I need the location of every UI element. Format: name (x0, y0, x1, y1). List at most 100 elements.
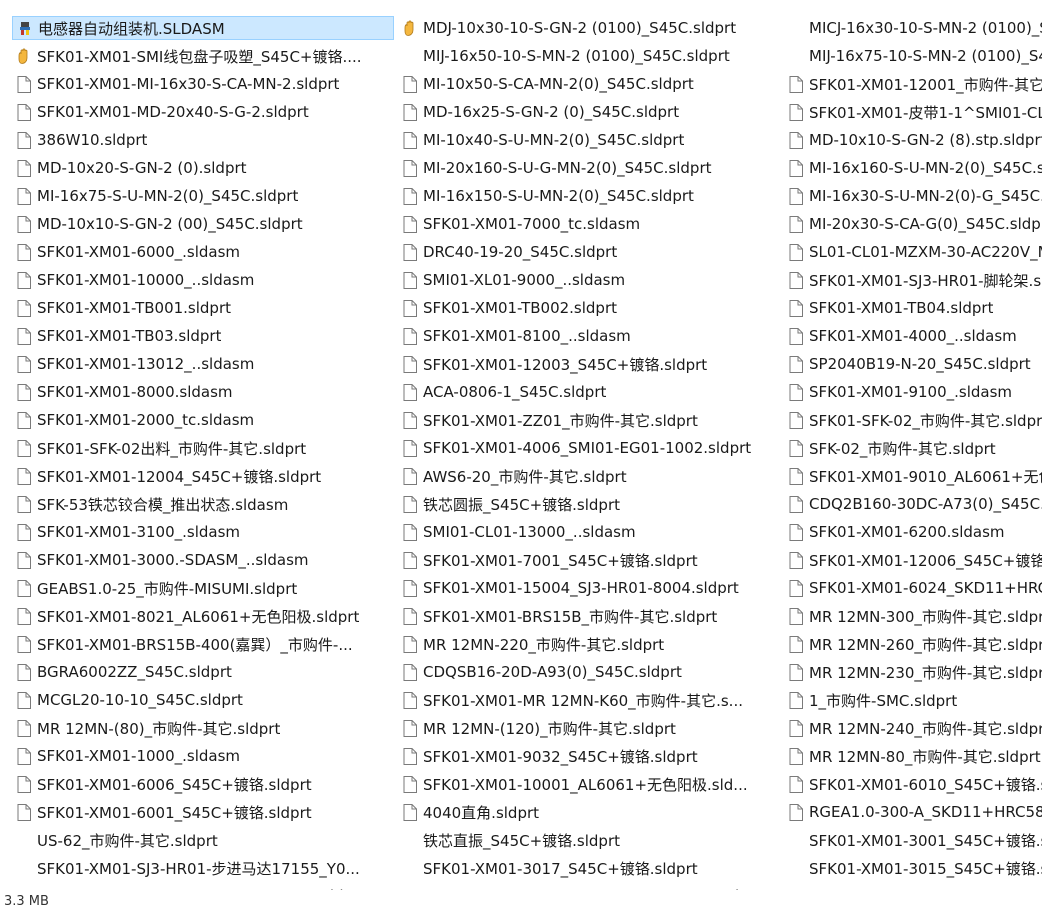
file-item[interactable]: MR 12MN-230_市购件-其它.sldprt (784, 660, 1042, 684)
file-item[interactable]: SFK01-XM01-6006_S45C+镀铬.sldprt (12, 772, 398, 796)
file-item[interactable]: SFK01-XM01-TB002.sldprt (398, 296, 784, 320)
file-item[interactable]: US-62_市购件-其它.sldprt (12, 828, 398, 852)
file-list-pane[interactable]: 电感器自动组装机.SLDASM SFK01-XM01-SMI线包盘子吸塑_S45C… (0, 0, 1042, 890)
file-item[interactable]: SFK01-XM01-3001_S45C+镀铬.sldprt (784, 828, 1042, 852)
file-item[interactable]: SFK01-XM01-6000_.sldasm (12, 240, 398, 264)
file-item[interactable]: MD-10x10-S-GN-2 (8).stp.sldprt (784, 128, 1042, 152)
file-item[interactable]: 4040直角.sldprt (398, 800, 784, 824)
file-item[interactable]: SFK01-XM01-4006_SMI01-EG01-1002.sldprt (398, 436, 784, 460)
file-item[interactable]: SFK01-XM01-1000_.sldasm (12, 744, 398, 768)
file-item[interactable]: SFK01-XM01-6010_S45C+镀铬.sldprt (784, 772, 1042, 796)
file-item[interactable]: SFK01-XM01-3100_.sldasm (12, 520, 398, 544)
file-item[interactable]: MI-20x30-S-CA-G(0)_S45C.sldprt (784, 212, 1042, 236)
file-item[interactable]: SFK01-XM01-9100_.sldasm (784, 380, 1042, 404)
file-item[interactable]: SFK01-XM01-10001_AL6061+无色阳极.sld... (398, 772, 784, 796)
file-item[interactable]: SMI01-CL01-13000_..sldasm (398, 520, 784, 544)
file-item[interactable]: SFK01-XM01-SMI线包盘子吸塑_S45C+镀铬.... (12, 44, 398, 68)
file-name: SFK01-XM01-12003_S45C+镀铬.sldprt (423, 355, 708, 374)
file-item[interactable]: SFK01-XM01-6001_S45C+镀铬.sldprt (12, 800, 398, 824)
file-item[interactable]: ACA-0806-1_S45C.sldprt (398, 380, 784, 404)
file-item[interactable]: MI-16x75-S-U-MN-2(0)_S45C.sldprt (12, 184, 398, 208)
file-item[interactable]: SFK01-XM01-9010_AL6061+无色阳极.sldprt (784, 464, 1042, 488)
file-item[interactable]: MD-10x20-S-GN-2 (0).sldprt (12, 156, 398, 180)
file-name: SFK01-XM01-TB001.sldprt (37, 299, 232, 317)
file-item[interactable]: SFK01-XM01-15004_SJ3-HR01-8004.sldprt (398, 576, 784, 600)
file-item[interactable]: GEABS1.0-25_市购件-MISUMI.sldprt (12, 576, 398, 600)
file-item[interactable]: SFK01-XM01-3017_S45C+镀铬.sldprt (398, 856, 784, 880)
file-item[interactable]: CDQSB16-20D-A93(0)_S45C.sldprt (398, 660, 784, 684)
file-item[interactable]: SFK01-XM01-6024_SKD11+HRC58~62.sldprt (784, 576, 1042, 600)
file-item[interactable]: SFK01-XM01-8000.sldasm (12, 380, 398, 404)
file-item[interactable]: SFK01-XM01-8021_AL6061+无色阳极.sldprt (12, 604, 398, 628)
file-item[interactable]: MIJ-16x75-10-S-MN-2 (0100)_S45C.sldprt (784, 44, 1042, 68)
file-item[interactable]: SFK01-XM01-SJ3-HR01-脚轮架.sldprt (784, 268, 1042, 292)
file-item[interactable]: AWS6-20_市购件-其它.sldprt (398, 464, 784, 488)
file-item[interactable]: SFK01-XM01-BRS15B_市购件-其它.sldprt (398, 604, 784, 628)
file-item[interactable]: SFK01-XM01-MD-20x40-S-G-2.sldprt (12, 100, 398, 124)
file-item[interactable]: SFK01-XM01-4000_..sldasm (784, 324, 1042, 348)
file-item[interactable]: 1_市购件-SMC.sldprt (784, 688, 1042, 712)
file-item[interactable]: SFK01-XM01-皮带1-1^SMI01-CL01.sldprt (784, 100, 1042, 124)
file-item[interactable]: SFK01-XM01-MI-16x30-S-CA-MN-2.sldprt (12, 72, 398, 96)
file-item[interactable]: MR 12MN-300_市购件-其它.sldprt (784, 604, 1042, 628)
file-name: SFK01-XM01-MI-16x30-S-CA-MN-2.sldprt (37, 75, 340, 93)
file-item[interactable]: SFK01-XM01-SJ3-HR01-步进马达17155_Y0... (12, 856, 398, 880)
file-item[interactable]: SP2040B19-N-20_S45C.sldprt (784, 352, 1042, 376)
file-item[interactable]: MD-10x10-S-GN-2 (00)_S45C.sldprt (12, 212, 398, 236)
assembly-icon (17, 19, 33, 37)
file-item[interactable]: MR 12MN-260_市购件-其它.sldprt (784, 632, 1042, 656)
file-item[interactable]: SFK-02_市购件-其它.sldprt (784, 436, 1042, 460)
file-item[interactable]: MR 12MN-220_市购件-其它.sldprt (398, 632, 784, 656)
file-item[interactable]: CDQ2B160-30DC-A73(0)_S45C.sldprt (784, 492, 1042, 516)
file-item[interactable]: 铁芯圆振_S45C+镀铬.sldprt (398, 492, 784, 516)
file-item[interactable]: SFK01-XM01-3000.-SDASM_..sldasm (12, 548, 398, 572)
file-item[interactable]: SFK01-XM01-7001_S45C+镀铬.sldprt (398, 548, 784, 572)
file-item[interactable]: SL01-CL01-MZXM-30-AC220V_MISUMI.sldprt (784, 240, 1042, 264)
file-item[interactable]: SFK01-SFK-02_市购件-其它.sldprt (784, 408, 1042, 432)
file-item[interactable]: SFK01-XM01-3015_S45C+镀铬.sldprt (784, 856, 1042, 880)
file-item[interactable]: MI-10x40-S-U-MN-2(0)_S45C.sldprt (398, 128, 784, 152)
file-item[interactable]: MI-20x160-S-U-G-MN-2(0)_S45C.sldprt (398, 156, 784, 180)
file-item[interactable]: MD-16x25-S-GN-2 (0)_S45C.sldprt (398, 100, 784, 124)
file-item[interactable]: SFK01-XM01-12004_S45C+镀铬.sldprt (12, 464, 398, 488)
file-item[interactable]: MI-16x30-S-U-MN-2(0)-G_S45C.sldprt (784, 184, 1042, 208)
file-item[interactable]: DRC40-19-20_S45C.sldprt (398, 240, 784, 264)
file-item[interactable]: MICJ-16x30-10-S-MN-2 (0100)_S45C.sldprt (784, 16, 1042, 40)
file-icon (402, 607, 418, 625)
file-item[interactable]: 386W10.sldprt (12, 128, 398, 152)
file-item[interactable]: SFK01-XM01-TB03.sldprt (12, 324, 398, 348)
file-item[interactable]: 铁芯直振_S45C+镀铬.sldprt (398, 828, 784, 852)
file-item[interactable]: SFK01-XM01-12003_S45C+镀铬.sldprt (398, 352, 784, 376)
file-item[interactable]: SFK01-XM01-ZZ01_市购件-其它.sldprt (398, 408, 784, 432)
file-item[interactable]: RGEA1.0-300-A_SKD11+HRC58-62.sldprt (784, 800, 1042, 824)
file-item[interactable]: SFK01-XM01-TB001.sldprt (12, 296, 398, 320)
file-item[interactable]: SFK01-XM01-10000_..sldasm (12, 268, 398, 292)
file-item[interactable]: MDJ-10x30-10-S-GN-2 (0100)_S45C.sldprt (398, 16, 784, 40)
file-item[interactable]: MR 12MN-(80)_市购件-其它.sldprt (12, 716, 398, 740)
file-item[interactable]: SFK01-XM01-TB04.sldprt (784, 296, 1042, 320)
file-item[interactable]: MI-10x50-S-CA-MN-2(0)_S45C.sldprt (398, 72, 784, 96)
file-item[interactable]: SFK01-XM01-2000_tc.sldasm (12, 408, 398, 432)
file-item[interactable]: SFK01-XM01-MR 12MN-K60_市购件-其它.s... (398, 688, 784, 712)
file-item[interactable]: MIJ-16x50-10-S-MN-2 (0100)_S45C.sldprt (398, 44, 784, 68)
file-item[interactable]: SFK01-XM01-12001_市购件-其它.sldprt (784, 72, 1042, 96)
file-item[interactable]: MR 12MN-(120)_市购件-其它.sldprt (398, 716, 784, 740)
file-item[interactable]: SFK01-XM01-13012_..sldasm (12, 352, 398, 376)
file-item[interactable]: SFK01-XM01-8100_..sldasm (398, 324, 784, 348)
file-item[interactable]: MI-16x150-S-U-MN-2(0)_S45C.sldprt (398, 184, 784, 208)
file-item[interactable]: SFK-53铁芯铰合模_推出状态.sldasm (12, 492, 398, 516)
file-item[interactable]: 电感器自动组装机.SLDASM (12, 16, 394, 40)
file-item[interactable]: SFK01-XM01-BRS15B-400(嘉巽）_市购件-... (12, 632, 398, 656)
file-item[interactable]: MCGL20-10-10_S45C.sldprt (12, 688, 398, 712)
file-item[interactable]: BGRA6002ZZ_S45C.sldprt (12, 660, 398, 684)
file-item[interactable]: SFK01-XM01-12006_S45C+镀铬.sldprt (784, 548, 1042, 572)
file-item[interactable]: SFK01-XM01-9032_S45C+镀铬.sldprt (398, 744, 784, 768)
file-item[interactable]: SFK01-XM01-7000_tc.sldasm (398, 212, 784, 236)
file-item[interactable]: SFK01-XM01-6200.sldasm (784, 520, 1042, 544)
file-item[interactable]: MI-16x160-S-U-MN-2(0)_S45C.sldprt (784, 156, 1042, 180)
file-item[interactable]: MR 12MN-240_市购件-其它.sldprt (784, 716, 1042, 740)
file-item[interactable]: SFK01-SFK-02出料_市购件-其它.sldprt (12, 436, 398, 460)
file-icon (402, 355, 418, 373)
file-item[interactable]: MR 12MN-80_市购件-其它.sldprt (784, 744, 1042, 768)
file-item[interactable]: SMI01-XL01-9000_..sldasm (398, 268, 784, 292)
